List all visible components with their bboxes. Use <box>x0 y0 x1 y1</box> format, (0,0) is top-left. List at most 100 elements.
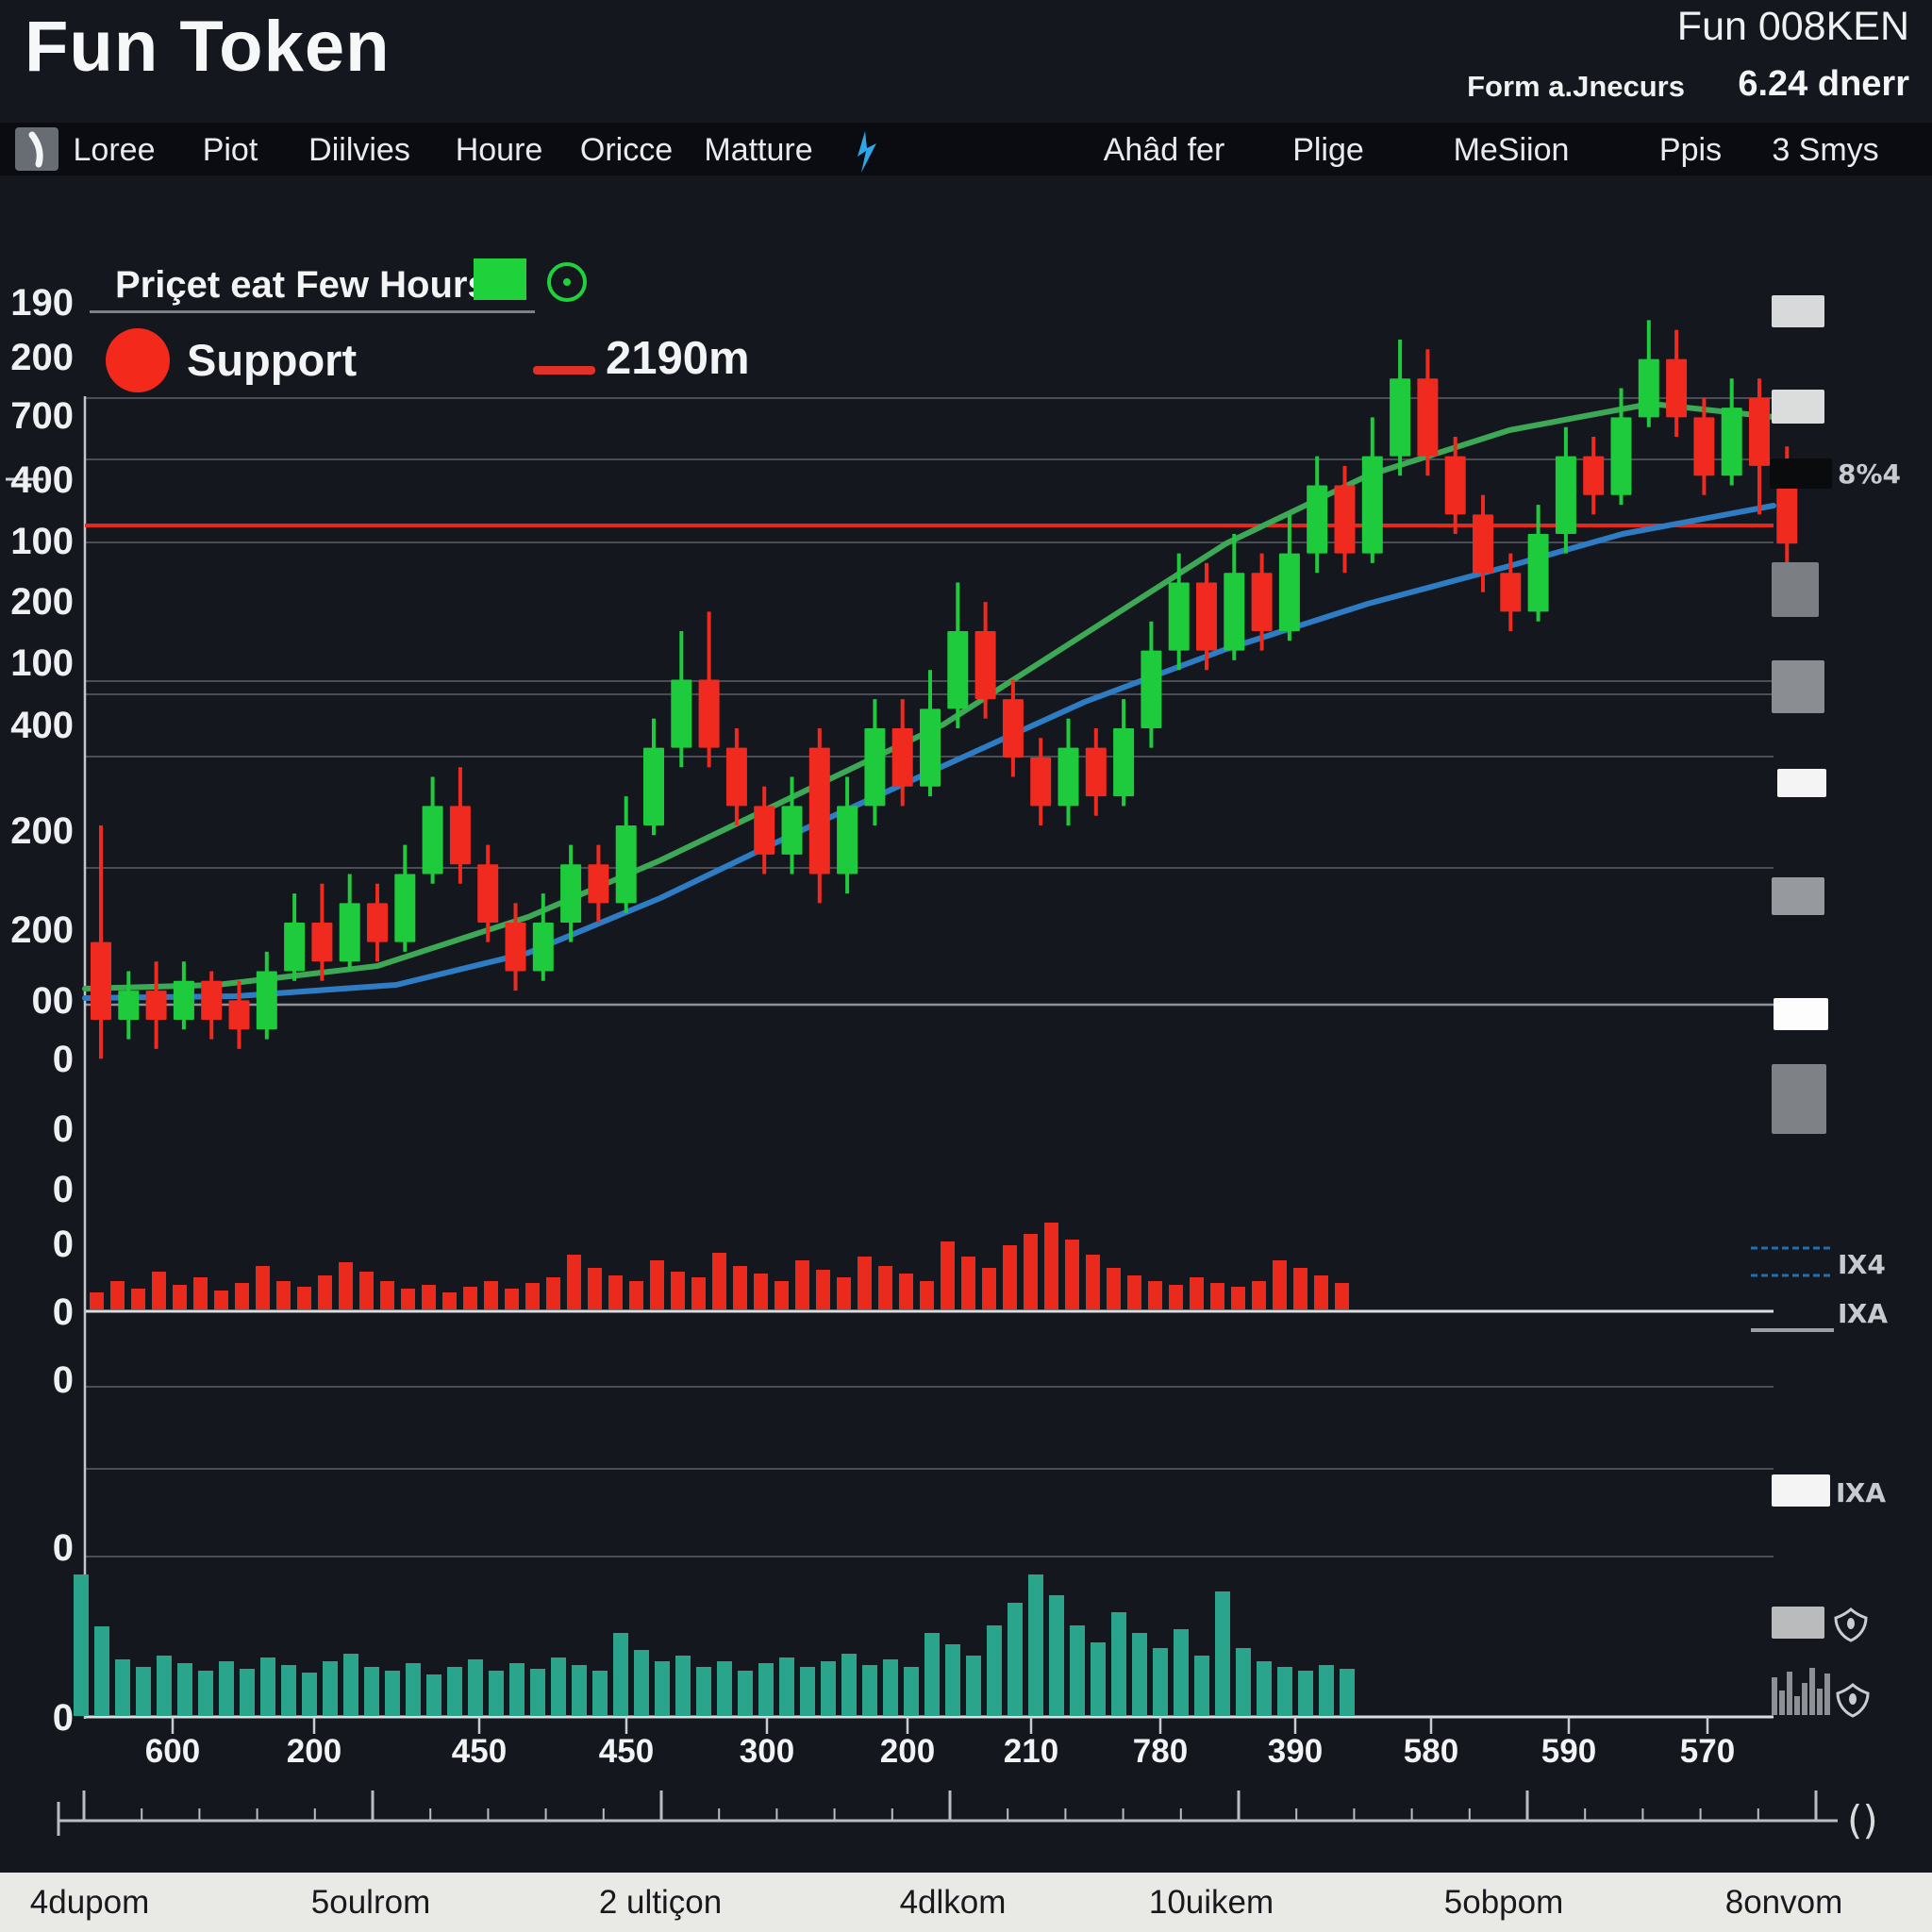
volume-bar-red <box>1293 1268 1307 1309</box>
volume-bar-teal <box>1319 1665 1334 1716</box>
volume-bar-red <box>525 1283 540 1309</box>
price-tag-box <box>1774 998 1828 1030</box>
time-label: 4dlkom <box>900 1884 1007 1922</box>
volume-bar-teal <box>364 1667 379 1716</box>
candle-body <box>257 972 277 1030</box>
volume-bar-red <box>650 1260 664 1309</box>
candle-body <box>1113 728 1134 796</box>
volume-bar-teal <box>1194 1656 1209 1716</box>
volume-bar-red <box>920 1281 934 1309</box>
volume-bar-red <box>733 1266 747 1309</box>
candle-body <box>201 981 222 1020</box>
candle-body <box>1307 486 1327 554</box>
volume-bar-red <box>1065 1240 1079 1309</box>
volume-bar-teal <box>74 1574 89 1716</box>
mini-hist-bar <box>1809 1668 1815 1715</box>
volume-bar-teal <box>136 1667 151 1716</box>
candle-body <box>864 728 885 806</box>
candle-body <box>450 806 471 864</box>
volume-bar-red <box>1210 1283 1224 1309</box>
candle-body <box>1141 651 1161 728</box>
price-tag-box <box>1772 660 1824 713</box>
volume-bar-red <box>546 1277 560 1309</box>
volume-bar-red <box>152 1272 166 1309</box>
volume-bar-teal <box>385 1671 400 1716</box>
time-strip[interactable]: 4dupom5oulrom2 ultiçon4dlkom10uikem5obpo… <box>0 1873 1932 1932</box>
volume-bar-red <box>110 1281 125 1309</box>
candle-body <box>1417 378 1438 456</box>
volume-bar-red <box>422 1285 436 1309</box>
candle-body <box>1279 554 1300 631</box>
volume-bar-teal <box>1340 1669 1355 1716</box>
candle-body <box>616 825 637 903</box>
volume-bar-red <box>795 1260 809 1309</box>
volume-bar-teal <box>1277 1667 1292 1716</box>
candle-body <box>146 991 167 1020</box>
volume-bar-teal <box>447 1667 462 1716</box>
x-axis-label: 600 <box>145 1733 200 1770</box>
candle-body <box>1528 534 1549 611</box>
volume-bar-teal <box>1008 1603 1023 1716</box>
candle-body <box>975 631 996 699</box>
volume-bar-teal <box>219 1661 234 1716</box>
candle-body <box>1196 583 1217 651</box>
volume-bar-red <box>837 1277 851 1309</box>
mini-hist-bar <box>1779 1690 1785 1715</box>
candle-body <box>1224 573 1244 650</box>
volume-bar-teal <box>613 1633 628 1716</box>
volume-bar-red <box>1107 1268 1121 1309</box>
y-axis-label: 0 <box>53 1527 74 1569</box>
shield-icon[interactable] <box>1836 1609 1866 1641</box>
volume-bar-teal <box>302 1673 317 1716</box>
shield-icon[interactable] <box>1838 1685 1868 1716</box>
volume-bar-red <box>297 1287 311 1309</box>
candle-body <box>560 864 581 923</box>
candle-body <box>837 806 858 874</box>
volume-bar-teal <box>468 1659 483 1716</box>
y-axis-label: 200 <box>10 337 74 378</box>
y-axis-label: 100 <box>10 642 74 684</box>
price-tag-box <box>1772 877 1824 915</box>
volume-bar-teal <box>240 1669 255 1716</box>
candle-body <box>1169 583 1190 651</box>
x-axis-label: 590 <box>1541 1733 1596 1770</box>
candle-body <box>174 981 194 1020</box>
candle-body <box>947 631 968 708</box>
candle-body <box>1666 359 1687 418</box>
volume-bar-teal <box>94 1626 109 1716</box>
price-tag-box <box>1772 1064 1826 1134</box>
time-label: 5oulrom <box>311 1884 430 1922</box>
mini-hist-bar <box>1802 1683 1807 1715</box>
y-axis-label: 200 <box>10 810 74 852</box>
candle-body <box>699 680 720 748</box>
y-axis-label: 200 <box>10 581 74 623</box>
y-axis-label: 0 <box>53 1169 74 1210</box>
volume-bar-red <box>1169 1285 1183 1309</box>
x-axis-label: 580 <box>1404 1733 1458 1770</box>
candle-body <box>533 923 554 972</box>
volume-bar-teal <box>945 1644 960 1716</box>
volume-bar-red <box>1273 1260 1287 1309</box>
mini-hist-bar <box>1817 1689 1823 1715</box>
volume-bar-teal <box>1257 1661 1272 1716</box>
volume-bar-red <box>214 1291 228 1309</box>
volume-bar-teal <box>655 1661 670 1716</box>
volume-bar-teal <box>1091 1642 1106 1716</box>
volume-bar-red <box>339 1262 353 1309</box>
candle-body <box>506 923 526 972</box>
candle-body <box>1252 573 1273 631</box>
y-axis-label: 0 <box>53 1359 74 1401</box>
x-axis-label: 200 <box>287 1733 341 1770</box>
volume-bar-red <box>131 1289 145 1309</box>
volume-bar-red <box>380 1281 394 1309</box>
y-axis-label: 0 <box>53 1039 74 1080</box>
candle-body <box>1583 457 1604 495</box>
volume-bar-teal <box>426 1674 441 1716</box>
mini-hist-bar <box>1787 1672 1792 1715</box>
candle-body <box>394 874 415 942</box>
volume-bar-teal <box>966 1656 981 1716</box>
candle-body <box>588 864 608 903</box>
volume-bar-teal <box>260 1657 275 1716</box>
time-label: 4dupom <box>30 1884 149 1922</box>
y-axis-label: 0 <box>53 1108 74 1150</box>
